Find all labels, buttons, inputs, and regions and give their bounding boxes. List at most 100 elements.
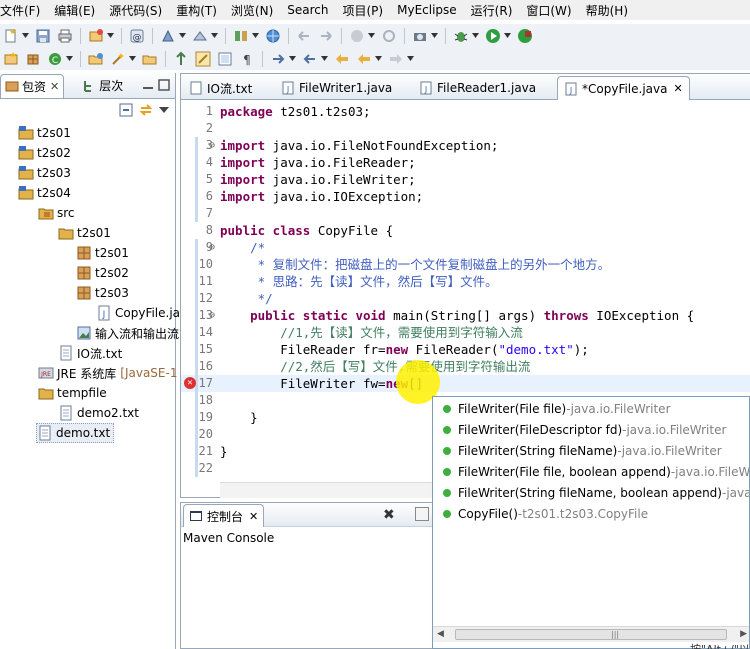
code-line[interactable]: 4 import java.io.FileReader;: [181, 154, 750, 171]
chevron-down-icon[interactable]: [252, 31, 259, 41]
code-line[interactable]: 14 //1,先【读】文件，需要使用到字符输入流: [181, 324, 750, 341]
scroll-left-icon[interactable]: ◀: [437, 629, 444, 639]
menu-source[interactable]: 源代码(S): [101, 2, 168, 19]
new-project-icon[interactable]: [87, 27, 105, 45]
open-type-icon[interactable]: @: [128, 27, 146, 45]
forward-icon[interactable]: [387, 50, 405, 68]
tree-item-copyfile[interactable]: J CopyFile.ja: [96, 303, 180, 323]
close-icon[interactable]: ✕: [673, 82, 682, 95]
chevron-down-icon[interactable]: [407, 54, 414, 64]
chevron-down-icon[interactable]: [179, 31, 186, 41]
tab-copyfile[interactable]: J *CopyFile.java ✕: [557, 76, 690, 100]
menu-navigate[interactable]: 浏览(N): [223, 2, 279, 19]
close-icon[interactable]: ✕: [50, 80, 59, 93]
next-annotation-icon[interactable]: [269, 50, 287, 68]
collapse-all-icon[interactable]: [119, 103, 133, 117]
scroll-right-icon[interactable]: ▶: [740, 629, 747, 639]
annotation-nav-icon[interactable]: [172, 50, 190, 68]
tab-filewriter1[interactable]: J FileWriter1.java: [275, 76, 398, 100]
debug-config-icon[interactable]: [159, 27, 177, 45]
fold-toggle-icon[interactable]: ⊖: [209, 141, 218, 151]
globe-icon[interactable]: [264, 27, 282, 45]
tree-item-t2s03[interactable]: t2s03: [18, 163, 71, 183]
chevron-down-icon[interactable]: [375, 54, 382, 64]
code-line[interactable]: 7: [181, 205, 750, 222]
code-line[interactable]: 11 * 思路：先【读】文件，然后【写】文件。: [181, 273, 750, 290]
tree-item-io-txt[interactable]: IO流.txt: [58, 343, 122, 363]
code-line[interactable]: 16 //2,然后【写】文件,需要使用到字符输出流: [181, 358, 750, 375]
menu-run[interactable]: 运行(R): [463, 2, 519, 19]
tab-filereader1[interactable]: J FileReader1.java: [413, 76, 542, 100]
code-line[interactable]: 6 import java.io.IOException;: [181, 188, 750, 205]
completion-item[interactable]: CopyFile() -t2s01.t2s03.CopyFile: [433, 503, 749, 524]
remove-launch-icon[interactable]: ✖: [383, 507, 395, 523]
menu-file[interactable]: 文件(F): [0, 2, 46, 19]
code-line[interactable]: 5 import java.io.FileWriter;: [181, 171, 750, 188]
chevron-down-icon[interactable]: [472, 31, 479, 41]
new-package-icon[interactable]: [24, 50, 42, 68]
completion-item[interactable]: FileWriter(File file, boolean append) -j…: [433, 461, 749, 482]
menu-edit[interactable]: 编辑(E): [46, 2, 101, 19]
new-class-icon[interactable]: C: [46, 50, 64, 68]
new-icon[interactable]: [2, 27, 20, 45]
code-line[interactable]: 9 ⊖ /*: [181, 239, 750, 256]
code-line[interactable]: 12 */: [181, 290, 750, 307]
tree-item-src[interactable]: src: [38, 203, 75, 223]
camera-icon[interactable]: [411, 27, 429, 45]
completion-item[interactable]: FileWriter(String fileName) -java.io.Fil…: [433, 440, 749, 461]
tree-item-demo2[interactable]: demo2.txt: [58, 403, 139, 423]
chevron-down-icon[interactable]: [66, 54, 73, 64]
menu-help[interactable]: 帮助(H): [578, 2, 634, 19]
tree-item-t2s01[interactable]: t2s01: [18, 123, 71, 143]
code-line[interactable]: 8 public class CopyFile {: [181, 222, 750, 239]
error-marker-icon[interactable]: ✕: [184, 377, 196, 389]
team-icon[interactable]: [348, 27, 366, 45]
menu-project[interactable]: 项目(P): [335, 2, 390, 19]
new-java-project-icon[interactable]: [2, 50, 20, 68]
close-icon[interactable]: ✕: [249, 510, 258, 523]
chevron-down-icon[interactable]: [129, 54, 136, 64]
menu-search[interactable]: Search: [279, 3, 334, 17]
debug-icon[interactable]: [452, 27, 470, 45]
chevron-down-icon[interactable]: [107, 31, 114, 41]
external-tools-icon[interactable]: [516, 27, 534, 45]
menu-myeclipse[interactable]: MyEclipse: [389, 3, 463, 17]
tree-item-tempfile[interactable]: tempfile: [38, 383, 107, 403]
code-line[interactable]: 15 FileReader fr=new FileReader("demo.tx…: [181, 341, 750, 358]
chevron-down-icon[interactable]: [431, 31, 438, 41]
popup-horizontal-scrollbar[interactable]: ◀ ||| ▶: [433, 626, 749, 642]
chevron-down-icon[interactable]: [289, 54, 296, 64]
tree-item-package-t2s03[interactable]: t2s03: [76, 283, 129, 303]
tree-item-jre[interactable]: JRE JRE 系统库 [JavaSE-1: [38, 363, 177, 383]
view-menu-icon[interactable]: [159, 106, 169, 114]
chevron-down-icon[interactable]: [504, 31, 511, 41]
chevron-down-icon[interactable]: [321, 54, 328, 64]
print-icon[interactable]: [56, 27, 74, 45]
mark-occurrences-icon[interactable]: [194, 50, 212, 68]
completion-item[interactable]: FileWriter(FileDescriptor fd) -java.io.F…: [433, 419, 749, 440]
sync-icon[interactable]: [380, 27, 398, 45]
code-line[interactable]: 13 ⊖ public static void main(String[] arg…: [181, 307, 750, 324]
scroll-thumb[interactable]: [455, 629, 727, 640]
minimize-icon[interactable]: [142, 79, 154, 91]
tab-io-txt[interactable]: IO流.txt: [183, 76, 258, 100]
tree-item-t2s04[interactable]: t2s04: [18, 183, 71, 203]
code-line[interactable]: 1 package t2s01.t2s03;: [181, 103, 750, 120]
wand-icon[interactable]: [109, 50, 127, 68]
save-icon[interactable]: [34, 27, 52, 45]
tree-item-demo[interactable]: demo.txt: [36, 423, 115, 443]
tree-item-package-t2s01[interactable]: t2s01: [58, 223, 111, 243]
tree-item-package-t2s01-sub[interactable]: t2s01: [76, 243, 129, 263]
last-edit-icon[interactable]: [333, 50, 351, 68]
tab-hierarchy[interactable]: 层次: [78, 74, 127, 98]
fold-toggle-icon[interactable]: ⊖: [209, 243, 218, 253]
completion-item[interactable]: FileWriter(File file) -java.io.FileWrite…: [433, 398, 749, 419]
prev-annotation-icon[interactable]: [301, 50, 319, 68]
deploy-icon[interactable]: [191, 27, 209, 45]
completion-item[interactable]: FileWriter(String fileName, boolean appe…: [433, 482, 749, 503]
code-line[interactable]: 3 ⊖ import java.io.FileNotFoundException;: [181, 137, 750, 154]
back-icon[interactable]: [355, 50, 373, 68]
maximize-icon[interactable]: [158, 79, 170, 91]
fold-toggle-icon[interactable]: ⊖: [209, 311, 218, 321]
tab-console[interactable]: 控制台 ✕: [183, 504, 265, 527]
